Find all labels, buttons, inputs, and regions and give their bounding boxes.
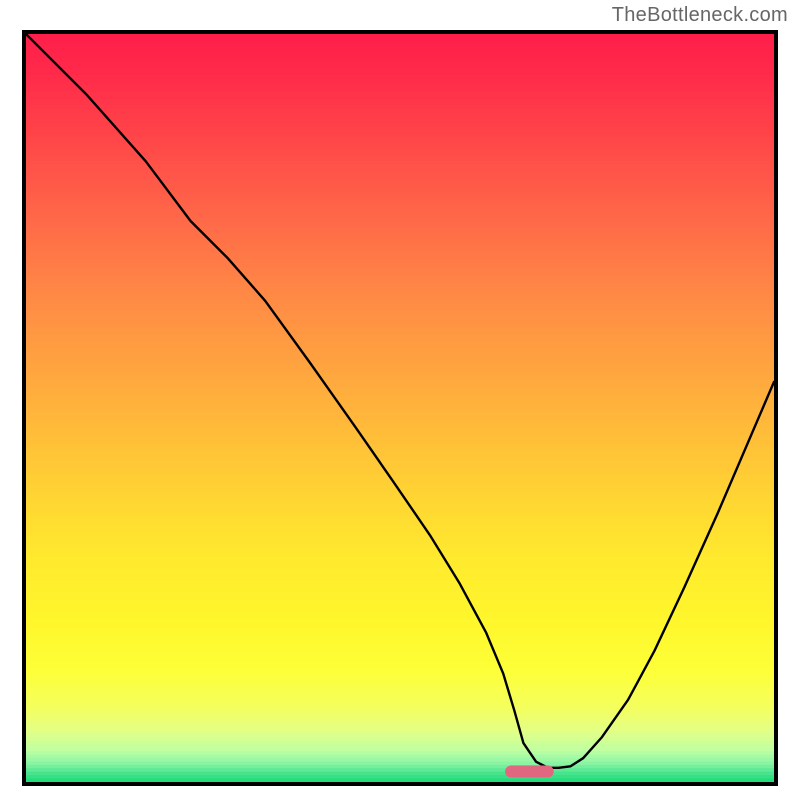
- marker-layer: [505, 766, 554, 778]
- watermark-text: TheBottleneck.com: [612, 4, 788, 27]
- gradient-background: [26, 34, 774, 782]
- plot-svg: [26, 34, 774, 782]
- optimal-marker: [505, 766, 554, 778]
- chart-stage: TheBottleneck.com: [0, 0, 800, 800]
- plot-frame: [22, 30, 778, 786]
